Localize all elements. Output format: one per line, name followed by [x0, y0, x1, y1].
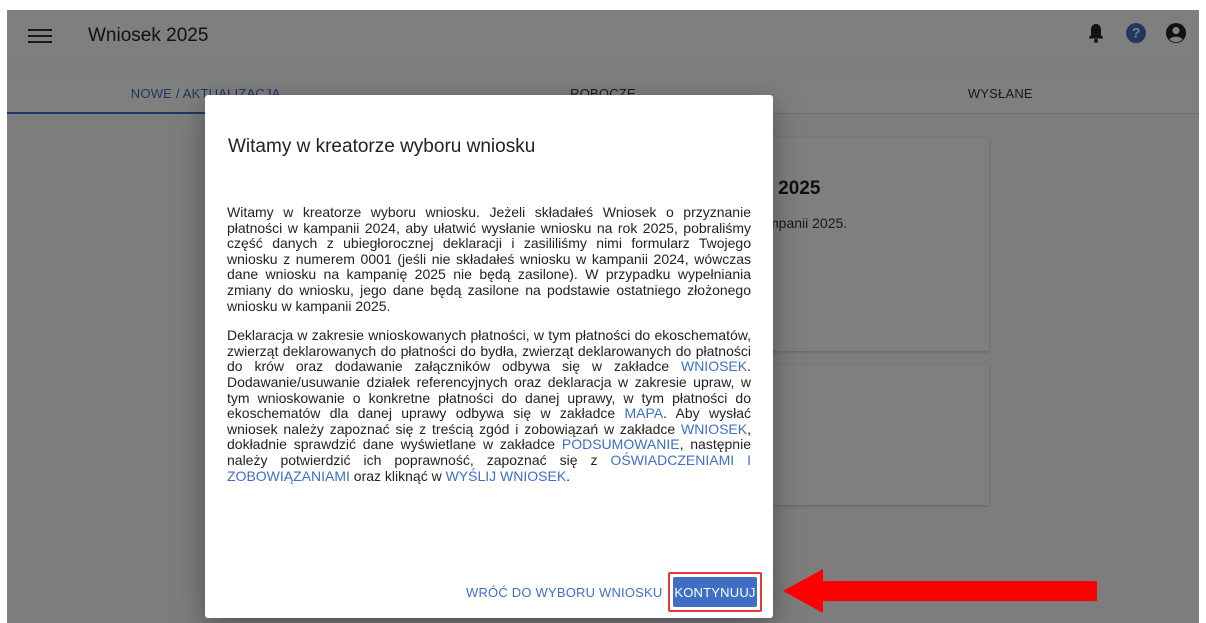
dialog-body: Witamy w kreatorze wyboru wniosku. Jeżel…: [227, 204, 751, 498]
continue-button[interactable]: KONTYNUUJ: [673, 577, 757, 607]
app-frame: Wniosek 2025 ?: [7, 10, 1199, 623]
paragraph-text: .: [566, 467, 571, 484]
paragraph-text: oraz kliknąć w: [349, 467, 446, 484]
paragraph-text: Deklaracja w zakresie wnioskowanych płat…: [227, 327, 751, 375]
back-to-selection-button[interactable]: WRÓĆ DO WYBORU WNIOSKU: [466, 585, 663, 600]
wyslij-wniosek-link[interactable]: WYŚLIJ WNIOSEK: [446, 468, 567, 484]
dialog-paragraph-2: Deklaracja w zakresie wnioskowanych płat…: [227, 327, 751, 484]
dialog-title: Witamy w kreatorze wyboru wniosku: [228, 136, 536, 157]
wniosek-link-2[interactable]: WNIOSEK: [681, 421, 747, 437]
continue-button-highlight: KONTYNUUJ: [668, 572, 762, 612]
podsumowanie-link[interactable]: PODSUMOWANIE: [562, 436, 680, 453]
mapa-link[interactable]: MAPA: [624, 405, 663, 421]
red-arrow-annotation: [783, 569, 1097, 613]
wniosek-link[interactable]: WNIOSEK: [681, 358, 747, 375]
welcome-dialog: Witamy w kreatorze wyboru wniosku Witamy…: [205, 95, 773, 618]
dialog-paragraph-1: Witamy w kreatorze wyboru wniosku. Jeżel…: [227, 204, 751, 314]
